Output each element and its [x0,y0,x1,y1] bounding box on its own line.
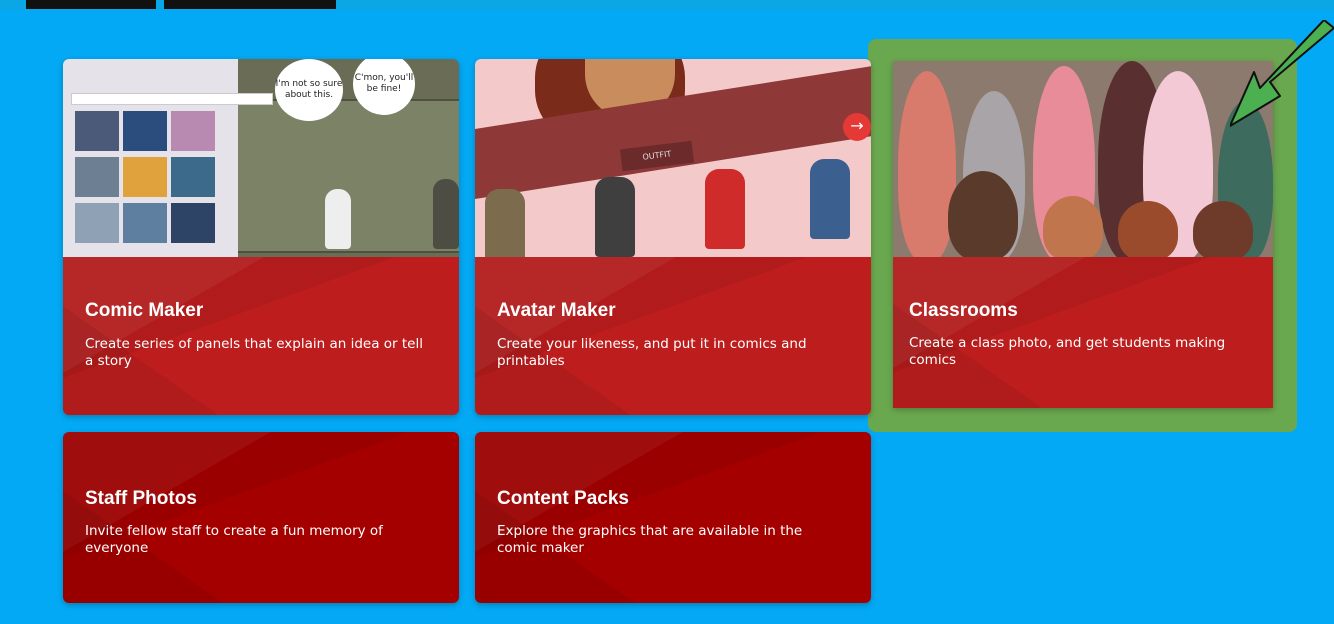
top-tab-1[interactable] [26,0,156,9]
comic-maker-card[interactable]: I'm not so sure about this. C'mon, you'l… [63,59,459,415]
green-arrow-icon [1230,20,1334,127]
staff-photos-body: Staff Photos Invite fellow staff to crea… [63,432,459,603]
top-bar [0,0,1334,10]
card-title: Staff Photos [85,488,197,509]
comic-maker-image: I'm not so sure about this. C'mon, you'l… [63,59,459,257]
card-title: Classrooms [909,300,1018,321]
classrooms-body: Classrooms Create a class photo, and get… [893,257,1273,408]
classrooms-image [893,61,1273,257]
card-title: Comic Maker [85,300,204,321]
speech-bubble-1: I'm not so sure about this. [275,59,343,121]
avatar-maker-image: OUTFIT → [475,59,871,257]
classrooms-card[interactable]: Classrooms Create a class photo, and get… [893,61,1273,408]
staff-photos-card[interactable]: Staff Photos Invite fellow staff to crea… [63,432,459,603]
avatar-maker-card[interactable]: OUTFIT → Avatar Maker Create your likene… [475,59,871,415]
comic-maker-body: Comic Maker Create series of panels that… [63,257,459,415]
content-packs-body: Content Packs Explore the graphics that … [475,432,871,603]
card-description: Create your likeness, and put it in comi… [497,336,807,369]
card-description: Create series of panels that explain an … [85,336,423,369]
card-title: Avatar Maker [497,300,616,321]
avatar-maker-body: Avatar Maker Create your likeness, and p… [475,257,871,415]
card-title: Content Packs [497,488,629,509]
top-tab-2[interactable] [164,0,336,9]
card-description: Invite fellow staff to create a fun memo… [85,523,383,556]
card-description: Create a class photo, and get students m… [909,335,1226,368]
card-description: Explore the graphics that are available … [497,523,803,556]
content-packs-card[interactable]: Content Packs Explore the graphics that … [475,432,871,603]
arrow-right-icon[interactable]: → [843,113,871,141]
